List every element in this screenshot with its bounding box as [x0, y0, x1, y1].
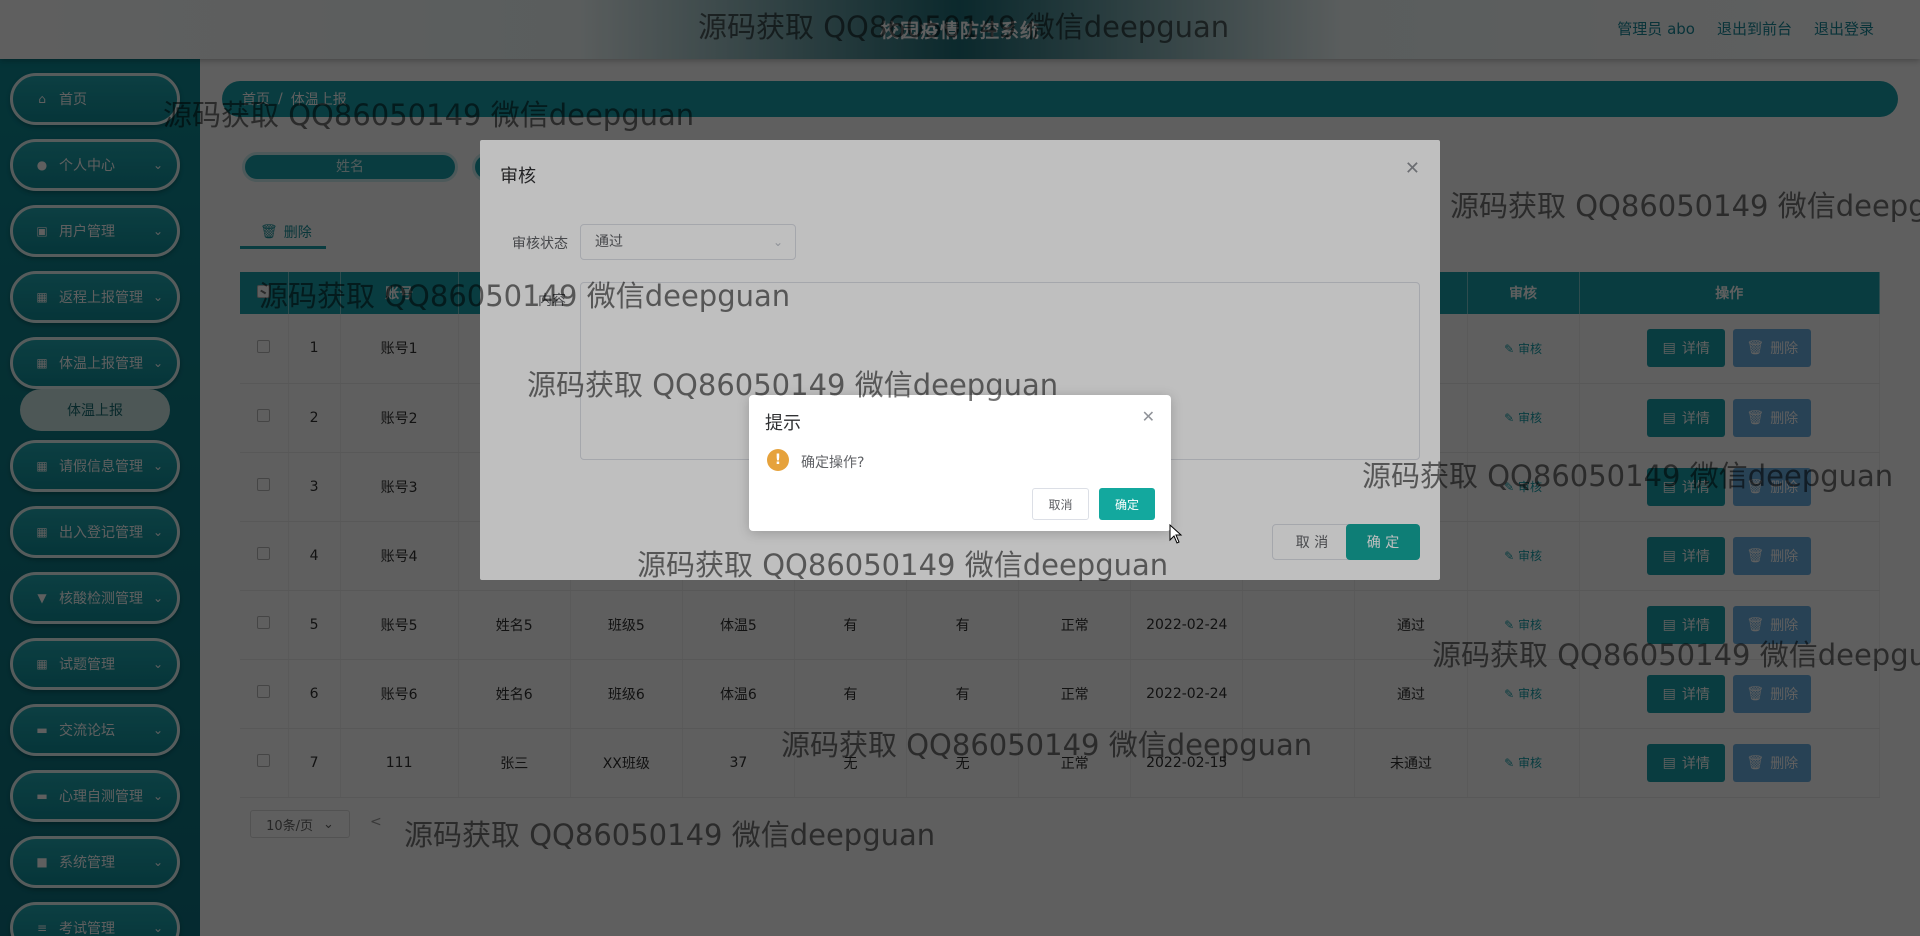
- warning-icon: !: [767, 449, 789, 471]
- confirm-ok-button[interactable]: 确定: [1099, 488, 1155, 520]
- mouse-cursor-icon: [1169, 524, 1183, 544]
- confirm-box: 提示 ✕ ! 确定操作? 取消 确定: [749, 395, 1171, 531]
- confirm-title: 提示: [765, 413, 801, 434]
- confirm-cancel-button[interactable]: 取消: [1032, 488, 1089, 520]
- close-icon[interactable]: ✕: [1142, 407, 1155, 426]
- confirm-message: 确定操作?: [801, 455, 865, 471]
